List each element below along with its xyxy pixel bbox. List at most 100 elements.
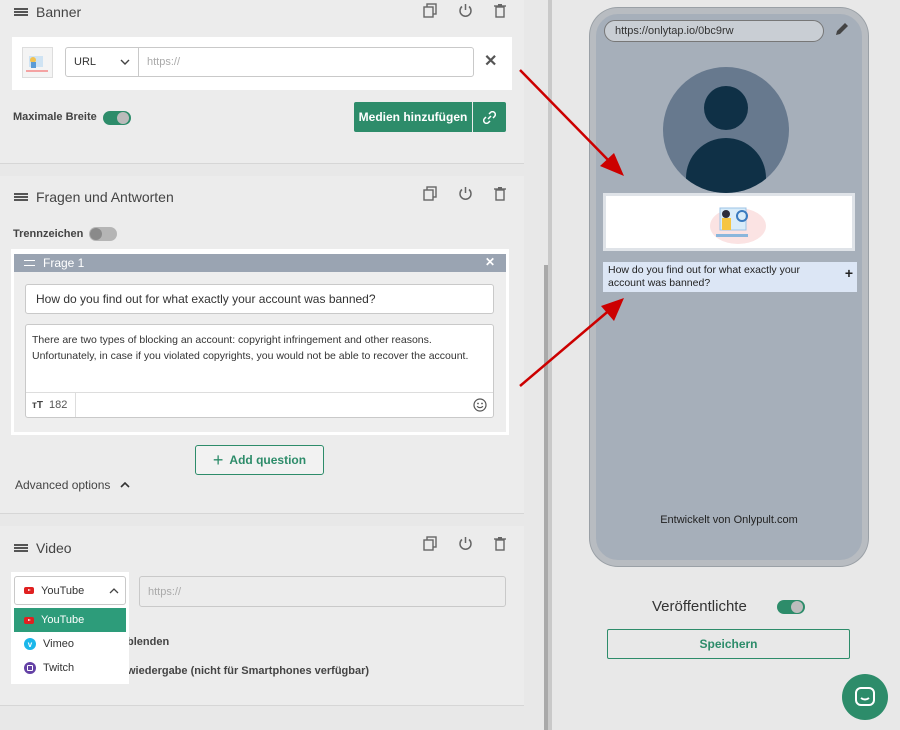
- preview-panel: https://onlytap.io/0bc9rw How do you fin…: [552, 0, 900, 730]
- add-question-label: Add question: [229, 453, 307, 467]
- separator-label: Trennzeichen: [13, 228, 84, 240]
- faq-title-row: Fragen und Antworten: [14, 189, 174, 205]
- video-option-1-label: blenden: [127, 636, 170, 648]
- advanced-options-label: Advanced options: [15, 478, 111, 492]
- add-question-button[interactable]: + Add question: [195, 445, 324, 475]
- max-width-toggle[interactable]: [103, 111, 131, 125]
- youtube-icon: [24, 587, 34, 594]
- video-url-placeholder: https://: [148, 585, 182, 598]
- chevron-up-icon: [120, 482, 130, 488]
- phone-frame: https://onlytap.io/0bc9rw How do you fin…: [590, 8, 868, 566]
- option-label: Vimeo: [43, 638, 74, 650]
- max-width-label: Maximale Breite: [13, 111, 97, 123]
- plus-icon: +: [844, 265, 853, 281]
- option-label: YouTube: [41, 614, 85, 626]
- power-icon[interactable]: [457, 535, 473, 551]
- banner-illustration: [710, 207, 766, 244]
- banner-url-placeholder: https://: [147, 56, 181, 68]
- chat-icon[interactable]: [842, 674, 888, 720]
- video-provider-dropdown: YouTube YouTube v Vimeo Twitch: [11, 572, 129, 684]
- answer-textarea[interactable]: There are two types of blocking an accou…: [25, 324, 494, 418]
- editor-panel: Banner URL https:// ✕ Maximale Breite Me…: [0, 0, 548, 730]
- copy-icon[interactable]: [422, 535, 438, 551]
- video-option-youtube[interactable]: YouTube: [14, 608, 126, 632]
- char-count: 182: [49, 399, 68, 411]
- toggle-knob: [791, 601, 803, 613]
- preview-footer: Entwickelt von Onlypult.com: [660, 514, 798, 526]
- faq-item-title: Frage 1: [43, 256, 85, 270]
- option-label: Twitch: [43, 662, 75, 674]
- text-size-icon: тT: [32, 399, 44, 411]
- faq-card: Fragen und Antworten Trennzeichen Frage …: [0, 176, 524, 514]
- twitch-icon: [24, 662, 36, 674]
- video-options-list: YouTube v Vimeo Twitch: [14, 608, 126, 681]
- banner-actions: [422, 2, 508, 18]
- video-option-twitch[interactable]: Twitch: [14, 656, 126, 680]
- power-icon[interactable]: [457, 185, 473, 201]
- faq-title: Fragen und Antworten: [36, 189, 174, 205]
- drag-handle-icon[interactable]: [14, 544, 28, 552]
- banner-url-input[interactable]: https://: [138, 47, 474, 77]
- drag-handle-icon[interactable]: [14, 8, 28, 16]
- toggle-knob: [117, 112, 129, 124]
- plus-icon: +: [212, 450, 224, 470]
- preview-url-bar[interactable]: https://onlytap.io/0bc9rw: [604, 20, 824, 42]
- publish-toggle[interactable]: [777, 600, 805, 614]
- power-icon[interactable]: [457, 2, 473, 18]
- video-title-row: Video: [14, 540, 72, 556]
- banner-card: Banner URL https:// ✕ Maximale Breite Me…: [0, 0, 524, 164]
- banner-title: Banner: [36, 4, 82, 20]
- media-link-button[interactable]: [473, 102, 506, 132]
- banner-thumbnail[interactable]: [22, 47, 53, 78]
- banner-title-row: Banner: [14, 4, 81, 20]
- add-media-label: Medien hinzufügen: [358, 110, 468, 124]
- video-provider-select[interactable]: YouTube: [14, 576, 126, 605]
- banner-url-highlight: URL https:// ✕: [12, 37, 512, 90]
- close-icon[interactable]: ✕: [485, 255, 495, 269]
- drag-handle-icon[interactable]: [14, 193, 28, 201]
- chevron-down-icon: [120, 59, 130, 65]
- user-avatar-icon: [663, 67, 789, 193]
- separator-toggle[interactable]: [89, 227, 117, 241]
- answer-toolbar: тT 182: [26, 392, 493, 417]
- video-selected: YouTube: [41, 584, 85, 597]
- video-option-vimeo[interactable]: v Vimeo: [14, 632, 126, 656]
- link-icon: [483, 110, 496, 124]
- url-type-select[interactable]: URL: [65, 47, 139, 77]
- add-media-button[interactable]: Medien hinzufügen: [354, 102, 472, 132]
- chevron-up-icon: [109, 588, 119, 594]
- trash-icon[interactable]: [492, 2, 508, 18]
- video-card: Video https:// blenden wiedergabe (nicht…: [0, 526, 524, 706]
- video-actions: [422, 535, 508, 551]
- question-text: How do you find out for what exactly you…: [36, 292, 376, 306]
- copy-icon[interactable]: [422, 2, 438, 18]
- preview-banner: [603, 193, 855, 251]
- question-input[interactable]: How do you find out for what exactly you…: [25, 284, 494, 314]
- preview-faq-question: How do you find out for what exactly you…: [608, 264, 801, 289]
- save-button[interactable]: Speichern: [607, 629, 850, 659]
- close-icon[interactable]: ✕: [484, 54, 497, 70]
- url-type-value: URL: [74, 56, 97, 68]
- video-url-input[interactable]: https://: [139, 576, 506, 607]
- publish-label: Veröffentlichte: [652, 598, 747, 615]
- vimeo-icon: v: [24, 638, 36, 650]
- trash-icon[interactable]: [492, 185, 508, 201]
- video-option-2-label: wiedergabe (nicht für Smartphones verfüg…: [127, 665, 370, 677]
- faq-question-highlight: Frage 1 ✕ How do you find out for what e…: [11, 249, 509, 435]
- preview-faq-item[interactable]: How do you find out for what exactly you…: [603, 262, 857, 292]
- video-title: Video: [36, 540, 72, 556]
- trash-icon[interactable]: [492, 535, 508, 551]
- char-counter: тT 182: [26, 393, 76, 417]
- emoji-icon[interactable]: [473, 398, 487, 415]
- copy-icon[interactable]: [422, 185, 438, 201]
- save-label: Speichern: [699, 637, 758, 651]
- advanced-options-toggle[interactable]: Advanced options: [15, 478, 130, 492]
- drag-handle-icon[interactable]: [24, 260, 35, 266]
- faq-item-header[interactable]: Frage 1 ✕: [14, 254, 506, 272]
- preview-url: https://onlytap.io/0bc9rw: [615, 25, 734, 37]
- toggle-knob: [90, 228, 102, 240]
- answer-text: There are two types of blocking an accou…: [32, 334, 469, 362]
- faq-actions: [422, 185, 508, 201]
- youtube-icon: [24, 616, 34, 624]
- pencil-icon[interactable]: [834, 21, 850, 40]
